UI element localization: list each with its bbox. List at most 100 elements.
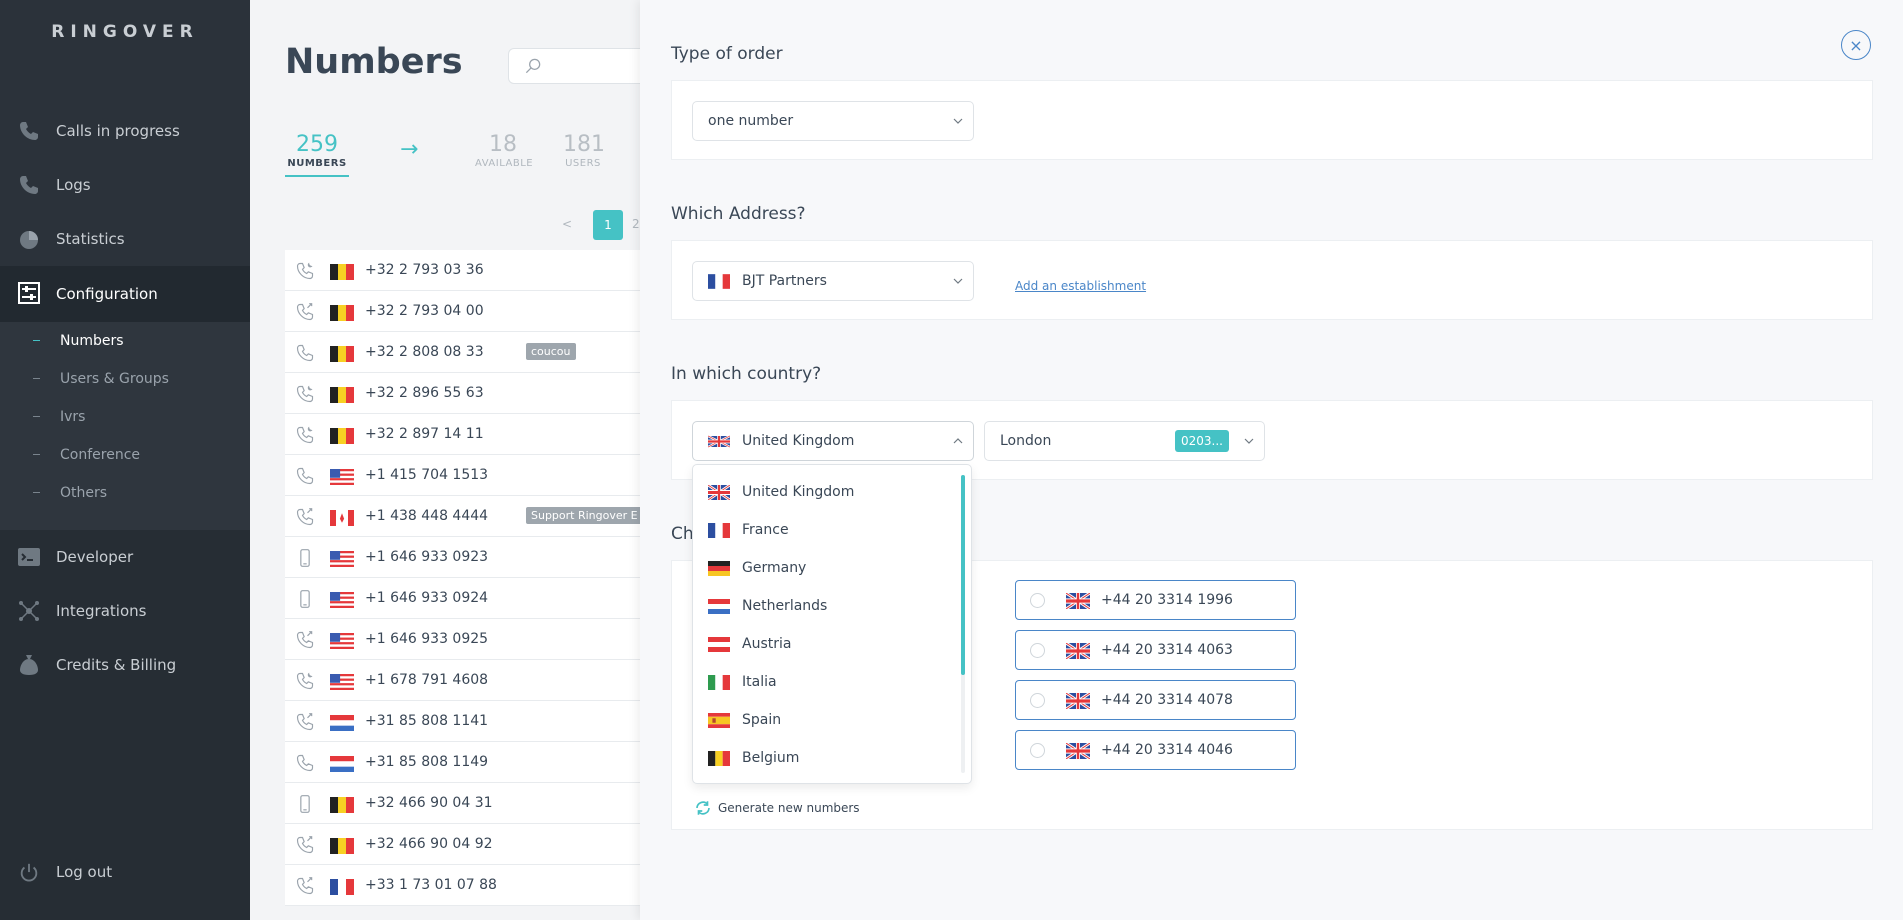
submenu-ivrs[interactable]: Ivrs <box>0 398 250 436</box>
number-row[interactable]: +31 85 808 1141 <box>285 701 640 742</box>
submenu-label: Users & Groups <box>60 371 169 387</box>
number-row[interactable]: +1 678 791 4608 <box>285 660 640 701</box>
radio-button[interactable] <box>1030 693 1045 708</box>
number-row[interactable]: +1 646 933 0924 <box>285 578 640 619</box>
number-row[interactable]: +1 438 448 4444 Support Ringover E <box>285 496 640 537</box>
nav-configuration[interactable]: Configuration <box>0 266 250 322</box>
flag-be-icon <box>708 750 730 766</box>
flag-gb-icon <box>1065 691 1091 711</box>
terminal-icon <box>18 548 40 566</box>
city-select[interactable]: London 0203... <box>984 421 1265 461</box>
number-option[interactable]: +44 20 3314 4046 <box>1015 730 1296 770</box>
country-option-label: Austria <box>742 636 792 652</box>
number-tag: Support Ringover E <box>526 507 640 524</box>
number-row[interactable]: +1 415 704 1513 <box>285 455 640 496</box>
order-type-select[interactable]: one number <box>692 101 974 141</box>
nav-label: Configuration <box>56 285 158 303</box>
flag-be-icon <box>330 838 354 854</box>
number-row[interactable]: +1 646 933 0925 <box>285 619 640 660</box>
country-option[interactable]: Belgium <box>693 739 963 777</box>
number-row[interactable]: +33 1 73 01 07 88 <box>285 865 640 906</box>
country-option[interactable]: United Kingdom <box>693 473 963 511</box>
number-row[interactable]: +1 646 933 0923 <box>285 537 640 578</box>
address-card: BJT Partners Add an establishment <box>671 240 1873 320</box>
flag-nl-icon <box>708 598 730 614</box>
country-option[interactable]: France <box>693 511 963 549</box>
select-value: BJT Partners <box>742 273 827 289</box>
phone-number: +31 85 808 1141 <box>365 713 489 729</box>
radio-button[interactable] <box>1030 593 1045 608</box>
phone-number: +1 415 704 1513 <box>365 467 489 483</box>
forward-phone-icon <box>295 507 315 527</box>
submenu-label: Others <box>60 485 108 501</box>
country-option[interactable]: Austria <box>693 625 963 663</box>
submenu-others[interactable]: Others <box>0 474 250 512</box>
flag-gb-icon <box>1065 591 1091 611</box>
number-row[interactable]: +32 466 90 04 31 <box>285 783 640 824</box>
page-1-button[interactable]: 1 <box>593 210 623 240</box>
stat-value: 259 <box>296 132 338 157</box>
search-input[interactable] <box>508 48 640 84</box>
power-icon[interactable] <box>18 862 40 884</box>
select-value: London <box>1000 433 1052 449</box>
address-select[interactable]: BJT Partners <box>692 261 974 301</box>
number-option-label: +44 20 3314 1996 <box>1101 592 1233 608</box>
flag-be-icon <box>330 305 354 321</box>
page-2-button[interactable]: 2 <box>632 217 640 231</box>
number-option[interactable]: +44 20 3314 1996 <box>1015 580 1296 620</box>
stat-label: USERS <box>565 158 601 169</box>
country-select[interactable]: United Kingdom <box>692 421 974 461</box>
prev-page-button[interactable]: < <box>562 217 572 231</box>
nav-integrations[interactable]: Integrations <box>0 584 250 638</box>
radio-button[interactable] <box>1030 643 1045 658</box>
dash-marker <box>33 492 40 493</box>
country-option[interactable]: Spain <box>693 701 963 739</box>
country-option[interactable]: Germany <box>693 549 963 587</box>
number-tag: coucou <box>526 343 576 360</box>
number-option[interactable]: +44 20 3314 4063 <box>1015 630 1296 670</box>
number-row[interactable]: +32 2 793 04 00 <box>285 291 640 332</box>
nav-credits-billing[interactable]: Credits & Billing <box>0 638 250 692</box>
phone-icon <box>295 753 315 773</box>
close-button[interactable]: × <box>1841 30 1871 60</box>
country-option[interactable]: Italia <box>693 663 963 701</box>
refresh-icon <box>696 801 710 815</box>
nav-calls-in-progress[interactable]: Calls in progress <box>0 104 250 158</box>
phone-number: +32 466 90 04 92 <box>365 836 493 852</box>
flag-nl-icon <box>330 715 354 731</box>
stat-available-tab[interactable]: 18 AVAILABLE <box>475 132 533 169</box>
stat-users-tab[interactable]: 181 USERS <box>563 132 605 169</box>
number-row[interactable]: +31 85 808 1149 <box>285 742 640 783</box>
network-icon <box>19 601 39 621</box>
flag-be-icon <box>330 428 354 444</box>
section-title-choose: Ch <box>671 524 694 544</box>
nav-logs[interactable]: Logs <box>0 158 250 212</box>
chevron-up-icon <box>953 438 963 444</box>
stat-numbers-tab[interactable]: 259 NUMBERS <box>285 132 349 177</box>
forward-phone-icon <box>295 835 315 855</box>
submenu-users-groups[interactable]: Users & Groups <box>0 360 250 398</box>
dropdown-scrollbar[interactable] <box>961 475 965 675</box>
number-option[interactable]: +44 20 3314 4078 <box>1015 680 1296 720</box>
number-row[interactable]: +32 466 90 04 92 <box>285 824 640 865</box>
submenu-numbers[interactable]: Numbers <box>0 322 250 360</box>
nav-statistics[interactable]: Statistics <box>0 212 250 266</box>
flag-us-icon <box>330 551 354 567</box>
ringover-logo[interactable]: RINGOVER <box>0 22 250 42</box>
generate-numbers-button[interactable]: Generate new numbers <box>694 799 860 817</box>
submenu-conference[interactable]: Conference <box>0 436 250 474</box>
flag-be-icon <box>330 387 354 403</box>
number-row[interactable]: +32 2 808 08 33 coucou <box>285 332 640 373</box>
nav-developer[interactable]: Developer <box>0 530 250 584</box>
number-row[interactable]: +32 2 896 55 63 <box>285 373 640 414</box>
country-option-label: Belgium <box>742 750 800 766</box>
dash-marker <box>33 454 40 455</box>
radio-button[interactable] <box>1030 743 1045 758</box>
country-option[interactable]: Netherlands <box>693 587 963 625</box>
number-row[interactable]: +32 2 793 03 36 <box>285 250 640 291</box>
number-row[interactable]: +32 2 897 14 11 <box>285 414 640 455</box>
logout-button[interactable]: Log out <box>56 863 112 881</box>
country-option-label: Italia <box>742 674 777 690</box>
add-establishment-link[interactable]: Add an establishment <box>1015 279 1146 293</box>
flag-gb-icon <box>1065 641 1091 661</box>
